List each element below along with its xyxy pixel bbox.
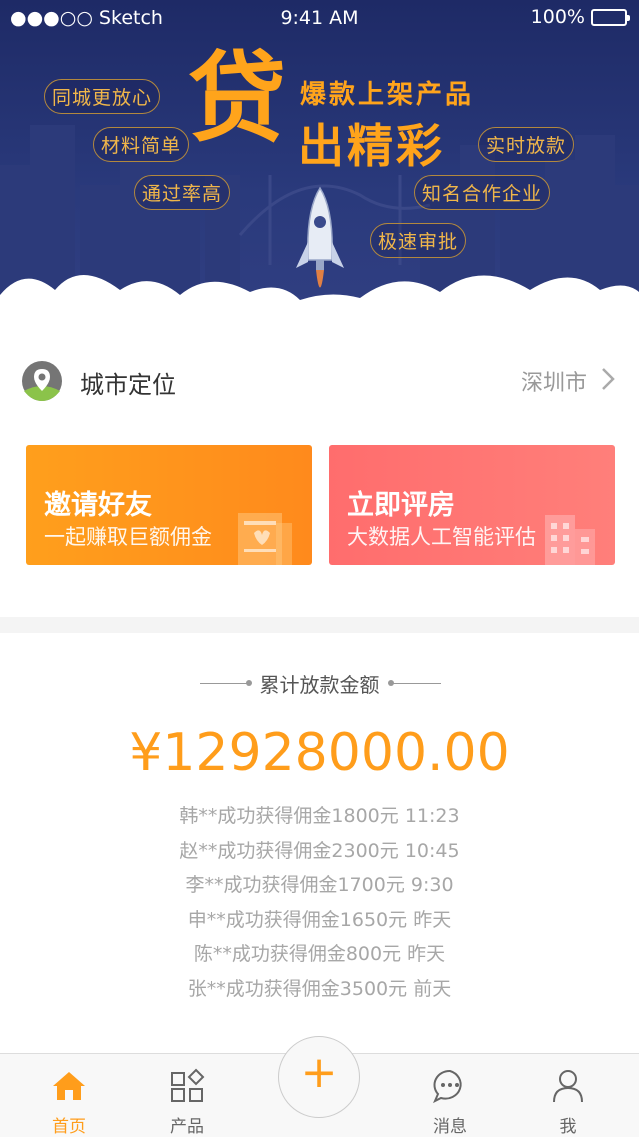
tab-home[interactable]: 首页 [24,1054,114,1137]
chevron-right-icon [602,368,615,390]
tag-realtime-loan: 实时放款 [478,127,575,162]
location-promo-card: 城市定位 深圳市 邀请好友 一起赚取巨额佣金 立即评房 大数据人工智能评估 [0,325,639,617]
location-pin-icon [22,361,62,401]
city-location-row[interactable]: 城市定位 深圳市 [0,325,639,435]
record-item: 韩**成功获得佣金1800元 11:23 [179,805,460,827]
record-item: 申**成功获得佣金1650元 昨天 [187,908,452,931]
battery-percent: 100% [530,6,585,28]
record-item: 赵**成功获得佣金2300元 10:45 [179,839,460,862]
banner-slogan-line2: 出精彩 [298,119,445,173]
tag-same-city: 同城更放心 [44,79,161,114]
add-button[interactable]: + [278,1036,360,1118]
battery-icon [591,8,630,26]
tag-simple-docs: 材料简单 [93,127,190,162]
home-icon [53,1072,85,1100]
tab-messages-label: 消息 [433,1117,467,1137]
invite-friends-card[interactable]: 邀请好友 一起赚取巨额佣金 [26,445,312,565]
building-icon [545,515,595,565]
tab-messages[interactable]: 消息 [405,1054,495,1137]
document-icon [238,513,292,565]
tab-me-label: 我 [559,1117,577,1137]
commission-records: 韩**成功获得佣金1800元 11:23 赵**成功获得佣金2300元 10:4… [0,799,639,1006]
record-item: 张**成功获得佣金3500元 前天 [187,977,452,1000]
appraise-house-subtitle: 大数据人工智能评估 [347,525,536,549]
plus-icon: + [300,1047,338,1098]
tab-products[interactable]: 产品 [142,1054,232,1137]
invite-friends-title: 邀请好友 [44,490,152,521]
banner-big-char: 贷 [188,42,287,156]
status-bar: ●●●○○ Sketch 9:41 AM 100% [0,0,639,36]
tab-products-label: 产品 [170,1117,204,1137]
loan-stats-card: 累计放款金额 ¥12928000.00 韩**成功获得佣金1800元 11:23… [0,633,639,1053]
record-item: 陈**成功获得佣金800元 昨天 [193,943,446,965]
city-location-label: 城市定位 [80,371,176,399]
banner-slogan-line1: 爆款上架产品 [300,80,475,110]
appraise-house-title: 立即评房 [347,490,455,521]
user-icon [553,1070,583,1103]
hero-banner[interactable]: ●●●○○ Sketch 9:41 AM 100% 同城更放心 材料简单 通过率… [0,0,639,325]
invite-friends-subtitle: 一起赚取巨额佣金 [44,525,212,549]
total-loan-amount: ¥12928000.00 [129,723,510,783]
tab-home-label: 首页 [52,1117,86,1137]
cloud-divider [0,275,639,325]
tag-partner-firms: 知名合作企业 [414,175,551,210]
tag-high-pass-rate: 通过率高 [134,175,231,210]
record-item: 李**成功获得佣金1700元 9:30 [185,874,454,896]
stats-title: 累计放款金额 [259,673,380,697]
appraise-house-card[interactable]: 立即评房 大数据人工智能评估 [329,445,615,565]
grid-icon [171,1068,205,1102]
current-city: 深圳市 [520,371,587,396]
chat-bubble-icon [433,1069,462,1104]
tab-me[interactable]: 我 [523,1054,613,1137]
